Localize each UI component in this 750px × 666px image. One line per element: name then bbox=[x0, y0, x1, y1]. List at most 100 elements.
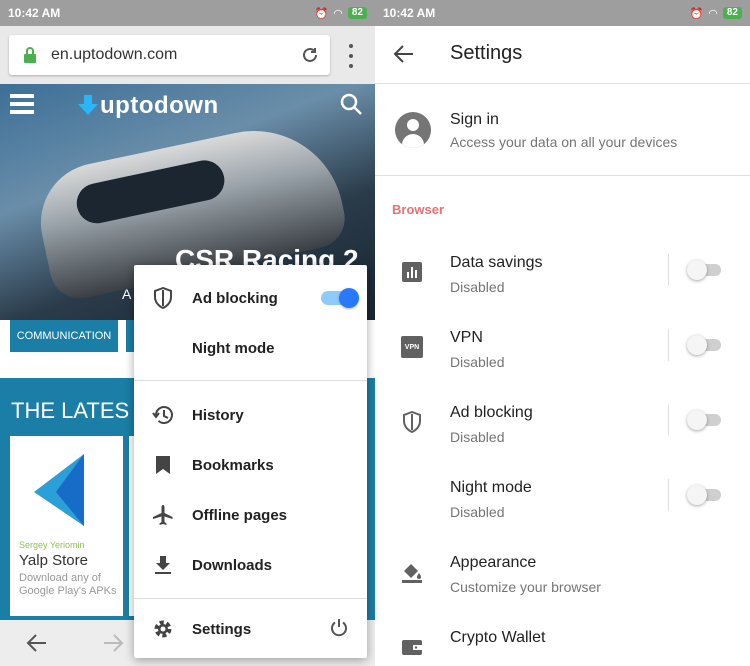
alarm-icon: ⏰ bbox=[689, 7, 704, 20]
battery-icon: 82 bbox=[722, 7, 742, 19]
ad-blocking-toggle[interactable] bbox=[321, 288, 359, 308]
ad-blocking-toggle[interactable] bbox=[687, 410, 721, 430]
status-icons: ⏰ ◠ 82 bbox=[315, 7, 367, 20]
setting-subtitle: Disabled bbox=[450, 429, 505, 445]
divider bbox=[668, 404, 669, 436]
app-card[interactable]: Sergey Yeriomin Yalp Store Download any … bbox=[10, 436, 123, 616]
power-icon[interactable] bbox=[329, 618, 349, 643]
divider bbox=[668, 479, 669, 511]
address-bar-area: en.uptodown.com bbox=[0, 26, 375, 84]
app-description: Download any of Google Play's APKs bbox=[19, 572, 117, 597]
app-name: Yalp Store bbox=[19, 552, 88, 569]
download-arrow-icon bbox=[78, 95, 98, 115]
setting-appearance[interactable]: Appearance Customize your browser bbox=[375, 536, 750, 611]
status-time: 10:42 AM bbox=[8, 6, 61, 20]
category-chip[interactable]: COMMUNICATION bbox=[10, 320, 118, 352]
site-logo[interactable]: uptodown bbox=[78, 92, 219, 120]
bar-chart-icon bbox=[400, 260, 424, 284]
setting-subtitle: Customize your browser bbox=[450, 579, 601, 595]
setting-subtitle: Disabled bbox=[450, 354, 505, 370]
app-icon bbox=[28, 450, 104, 535]
back-arrow-icon[interactable] bbox=[393, 43, 415, 70]
browser-panel: 10:42 AM ⏰ ◠ 82 en.uptodown.com uptodown bbox=[0, 0, 375, 666]
sign-in-row[interactable]: Sign in Access your data on all your dev… bbox=[375, 84, 750, 176]
battery-icon: 82 bbox=[347, 7, 367, 19]
setting-title: Night mode bbox=[450, 479, 532, 496]
menu-item-bookmarks[interactable]: Bookmarks bbox=[134, 440, 367, 490]
setting-title: Ad blocking bbox=[450, 404, 533, 421]
app-developer: Sergey Yeriomin bbox=[19, 540, 85, 550]
setting-title: Crypto Wallet bbox=[450, 629, 546, 646]
menu-item-settings[interactable]: Settings bbox=[134, 604, 367, 654]
wifi-icon: ◠ bbox=[708, 7, 718, 20]
menu-item-label: Downloads bbox=[192, 556, 273, 574]
paint-bucket-icon bbox=[400, 560, 424, 584]
gear-icon bbox=[134, 618, 192, 640]
status-time: 10:42 AM bbox=[383, 6, 436, 20]
menu-item-offline-pages[interactable]: Offline pages bbox=[134, 490, 367, 540]
menu-item-night-mode[interactable]: Night mode bbox=[134, 323, 367, 373]
status-bar: 10:42 AM ⏰ ◠ 82 bbox=[0, 0, 375, 26]
overflow-menu-icon[interactable] bbox=[341, 44, 361, 68]
history-icon bbox=[134, 405, 192, 425]
browser-menu-popup: Ad blocking Night mode History Bookmarks bbox=[134, 265, 367, 658]
settings-toolbar: Settings bbox=[375, 26, 750, 84]
divider bbox=[668, 254, 669, 286]
setting-title: Appearance bbox=[450, 554, 537, 571]
vpn-icon: VPN bbox=[400, 335, 424, 359]
menu-divider bbox=[134, 598, 367, 599]
status-icons: ⏰ ◠ 82 bbox=[690, 7, 742, 20]
wifi-icon: ◠ bbox=[333, 7, 343, 20]
page-title: Settings bbox=[450, 42, 523, 64]
shield-icon bbox=[134, 287, 192, 309]
setting-crypto-wallet[interactable]: Crypto Wallet bbox=[375, 611, 750, 666]
logo-text: uptodown bbox=[100, 92, 219, 119]
setting-title: Data savings bbox=[450, 254, 543, 271]
hamburger-icon[interactable] bbox=[10, 94, 34, 118]
airplane-icon bbox=[134, 504, 192, 526]
setting-title: VPN bbox=[450, 329, 483, 346]
setting-night-mode[interactable]: Night mode Disabled bbox=[375, 461, 750, 536]
menu-item-downloads[interactable]: Downloads bbox=[134, 540, 367, 590]
menu-item-label: Settings bbox=[192, 620, 252, 638]
menu-item-ad-blocking[interactable]: Ad blocking bbox=[134, 273, 367, 323]
address-bar[interactable]: en.uptodown.com bbox=[9, 35, 330, 75]
night-mode-toggle[interactable] bbox=[687, 485, 721, 505]
setting-vpn[interactable]: VPN VPN Disabled bbox=[375, 311, 750, 386]
setting-subtitle: Disabled bbox=[450, 279, 505, 295]
reload-icon[interactable] bbox=[290, 46, 330, 64]
lock-icon bbox=[15, 47, 45, 63]
bookmark-icon bbox=[134, 455, 192, 475]
hero-subtitle: A bbox=[122, 286, 132, 302]
menu-item-label: History bbox=[192, 406, 244, 424]
menu-item-history[interactable]: History bbox=[134, 390, 367, 440]
data-savings-toggle[interactable] bbox=[687, 260, 721, 280]
menu-divider bbox=[134, 380, 367, 381]
sign-in-title: Sign in bbox=[450, 111, 499, 128]
divider bbox=[668, 329, 669, 361]
moon-icon bbox=[134, 338, 192, 358]
sign-in-subtitle: Access your data on all your devices bbox=[450, 134, 678, 150]
vpn-toggle[interactable] bbox=[687, 335, 721, 355]
latest-title: THE LATES bbox=[11, 398, 130, 423]
shield-icon bbox=[400, 410, 424, 434]
forward-arrow-icon[interactable] bbox=[102, 632, 124, 659]
settings-panel: 10:42 AM ⏰ ◠ 82 Settings Sign in Access … bbox=[375, 0, 750, 666]
menu-item-label: Offline pages bbox=[192, 506, 288, 524]
setting-ad-blocking[interactable]: Ad blocking Disabled bbox=[375, 386, 750, 461]
account-icon bbox=[395, 112, 431, 148]
menu-item-label: Ad blocking bbox=[192, 289, 278, 307]
alarm-icon: ⏰ bbox=[314, 7, 329, 20]
menu-item-label: Night mode bbox=[192, 339, 275, 357]
wallet-icon bbox=[400, 635, 424, 659]
back-arrow-icon[interactable] bbox=[26, 632, 48, 659]
setting-data-savings[interactable]: Data savings Disabled bbox=[375, 236, 750, 311]
search-icon[interactable] bbox=[339, 92, 363, 121]
section-header: Browser bbox=[392, 202, 445, 217]
status-bar: 10:42 AM ⏰ ◠ 82 bbox=[375, 0, 750, 26]
moon-icon bbox=[400, 485, 424, 509]
vpn-icon-text: VPN bbox=[401, 336, 423, 358]
setting-subtitle: Disabled bbox=[450, 504, 505, 520]
menu-item-label: Bookmarks bbox=[192, 456, 274, 474]
download-icon bbox=[134, 555, 192, 575]
